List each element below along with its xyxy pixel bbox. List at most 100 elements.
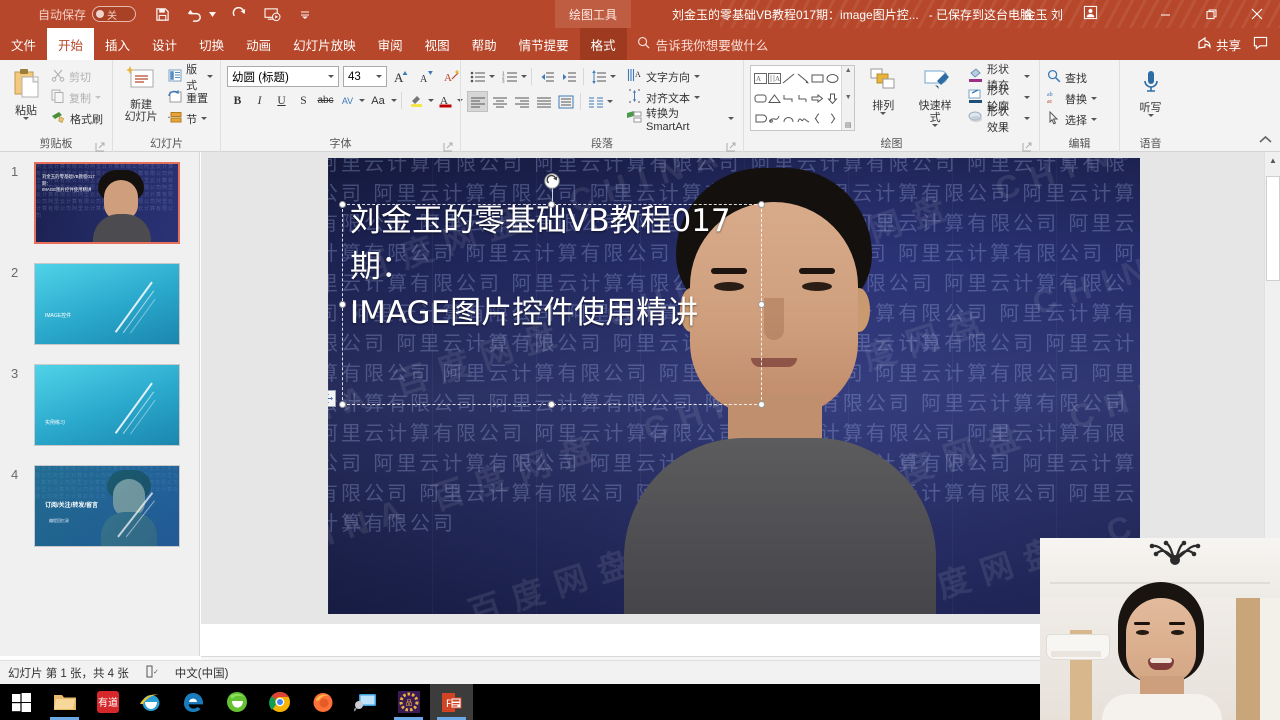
resize-handle-e[interactable] (758, 300, 765, 308)
text-direction-dropdown-icon[interactable] (694, 75, 700, 78)
select-dropdown-icon[interactable] (1091, 118, 1097, 121)
youdao-dict-icon[interactable]: 有道 (86, 684, 129, 720)
shape-flowchart[interactable] (753, 108, 767, 128)
font-dialog-launcher[interactable] (443, 141, 453, 152)
tab-slideshow[interactable]: 幻灯片放映 (282, 28, 367, 60)
close-button[interactable] (1234, 0, 1280, 28)
copy-button[interactable]: 复制 (48, 87, 106, 108)
font-name-combobox[interactable]: 幼圆 (标题) (227, 66, 339, 87)
align-text-dropdown-icon[interactable] (694, 96, 700, 99)
chrome-icon[interactable] (258, 684, 301, 720)
account-area[interactable]: 金玉 刘 (1024, 0, 1098, 28)
font-name-dropdown-icon[interactable] (328, 75, 334, 78)
new-slide-button[interactable]: 新建 幻灯片 (117, 64, 165, 123)
slide-thumbnail-1[interactable]: 阿里云计算有限公司阿里云计算有限公司阿里云计算有限公司阿里云计算有限公司阿里云计… (34, 162, 180, 244)
slide-thumbnail-4[interactable]: 阿里云计算有限公司阿里云计算有限公司阿里云计算有限公司阿里云计算有限公司阿里云计… (34, 465, 180, 547)
copy-dropdown-icon[interactable] (95, 96, 101, 99)
slide-count-indicator[interactable]: 幻灯片 第 1 张，共 4 张 (0, 661, 137, 685)
start-button[interactable] (0, 684, 43, 720)
character-spacing-dropdown-icon[interactable] (359, 99, 365, 102)
shapes-scroll-down-icon[interactable]: ▼ (845, 94, 852, 101)
firefox-icon[interactable] (301, 684, 344, 720)
save-icon[interactable] (152, 4, 172, 24)
scroll-up-icon[interactable]: ▲ (1265, 152, 1280, 168)
distribute-button[interactable] (555, 91, 576, 112)
shape-left-brace[interactable] (810, 108, 824, 128)
resize-handle-s[interactable] (548, 401, 555, 408)
screen-recorder-icon[interactable] (344, 684, 387, 720)
tab-animations[interactable]: 动画 (235, 28, 282, 60)
collapse-ribbon-button[interactable] (1259, 135, 1272, 147)
align-left-button[interactable] (467, 91, 488, 112)
current-slide[interactable]: 阿里云计算有限公司 阿里云计算有限公司 阿里云计算有限公司 阿里云计算有限公司 … (328, 158, 1140, 614)
font-color-button[interactable]: A (435, 90, 456, 111)
cut-button[interactable]: 剪切 (48, 66, 106, 87)
thumbnail-row-1[interactable]: 1 阿里云计算有限公司阿里云计算有限公司阿里云计算有限公司阿里云计算有限公司阿里… (0, 152, 199, 253)
drawing-dialog-launcher[interactable] (1022, 141, 1032, 152)
tab-design[interactable]: 设计 (141, 28, 188, 60)
clipboard-dialog-launcher[interactable] (95, 141, 105, 152)
autosave-toggle[interactable]: 自动保存 关 (38, 6, 137, 23)
replace-button[interactable]: ab ac 替换 (1044, 88, 1100, 109)
shape-elbow-connector[interactable] (782, 88, 796, 108)
minimize-button[interactable] (1142, 0, 1188, 28)
shape-freeform[interactable] (767, 108, 781, 128)
reset-button[interactable]: 重置 (165, 87, 216, 108)
shapes-gallery-scrollbar[interactable]: ▲ ▼ ▤ (841, 66, 855, 130)
slide-thumbnail-3[interactable]: 实例练习 (34, 364, 180, 446)
shape-effects-dropdown-icon[interactable] (1024, 117, 1030, 120)
columns-button[interactable] (585, 91, 606, 112)
thumbnail-row-3[interactable]: 3 实例练习 (0, 354, 199, 455)
smartart-dropdown-icon[interactable] (728, 117, 734, 120)
decrease-font-size-button[interactable]: A (416, 66, 437, 87)
thumbnail-row-4[interactable]: 4 阿里云计算有限公司阿里云计算有限公司阿里云计算有限公司阿里云计算有限公司阿里… (0, 455, 199, 556)
dictate-dropdown-icon[interactable] (1147, 114, 1154, 117)
decrease-indent-button[interactable] (536, 66, 557, 87)
clear-formatting-button[interactable]: A (441, 66, 462, 87)
slide-title-text[interactable]: 刘金玉的零基础VB教程017期： IMAGE图片控件使用精讲 (350, 198, 750, 336)
strikethrough-button[interactable]: abc (315, 90, 336, 111)
italic-button[interactable]: I (249, 90, 270, 111)
select-button[interactable]: 选择 (1044, 109, 1100, 130)
replace-dropdown-icon[interactable] (1091, 97, 1097, 100)
autosave-switch[interactable]: 关 (92, 6, 137, 22)
layout-dropdown-icon[interactable] (207, 75, 213, 78)
shape-rectangle[interactable] (810, 68, 824, 88)
shape-fill-dropdown-icon[interactable] (1024, 75, 1030, 78)
bullets-button[interactable] (467, 66, 488, 87)
layout-button[interactable]: 版式 (165, 64, 216, 92)
line-spacing-dropdown-icon[interactable] (610, 75, 616, 78)
text-shadow-button[interactable]: S (293, 90, 314, 111)
tab-review[interactable]: 审阅 (367, 28, 414, 60)
increase-font-size-button[interactable]: A (391, 66, 412, 87)
paste-button[interactable]: 粘贴 (4, 64, 48, 120)
align-center-button[interactable] (489, 91, 510, 112)
tab-format[interactable]: 格式 (579, 28, 627, 60)
shapes-scroll-up-icon[interactable]: ▲ (845, 67, 852, 74)
rotate-handle[interactable] (544, 173, 560, 189)
restore-button[interactable] (1188, 0, 1234, 28)
increase-indent-button[interactable] (558, 66, 579, 87)
find-button[interactable]: 查找 (1044, 67, 1100, 88)
customize-qat-icon[interactable] (295, 4, 315, 24)
text-direction-button[interactable]: A 文字方向 (624, 66, 737, 87)
shape-right-brace[interactable] (825, 108, 839, 128)
paragraph-dialog-launcher[interactable] (726, 141, 736, 152)
shape-triangle[interactable] (767, 88, 782, 108)
justify-button[interactable] (533, 91, 554, 112)
paste-dropdown-icon[interactable] (23, 117, 29, 120)
shapes-gallery[interactable]: A A ▲ ▼ ▤ (750, 65, 856, 131)
section-dropdown-icon[interactable] (201, 117, 208, 120)
section-button[interactable]: 节 (165, 108, 216, 129)
scrollbar-thumb[interactable] (1266, 176, 1280, 281)
tab-insert[interactable]: 插入 (94, 28, 141, 60)
undo-dropdown-icon[interactable] (208, 4, 216, 24)
shape-oval[interactable] (825, 68, 839, 88)
underline-button[interactable]: U (271, 90, 292, 111)
shapes-gallery-more-icon[interactable]: ▤ (845, 121, 852, 129)
tab-view[interactable]: 视图 (414, 28, 461, 60)
convert-to-smartart-button[interactable]: 转换为 SmartArt (624, 108, 737, 133)
line-spacing-button[interactable] (588, 66, 609, 87)
shape-outline-dropdown-icon[interactable] (1024, 96, 1030, 99)
change-case-button[interactable]: Aa (366, 90, 390, 111)
